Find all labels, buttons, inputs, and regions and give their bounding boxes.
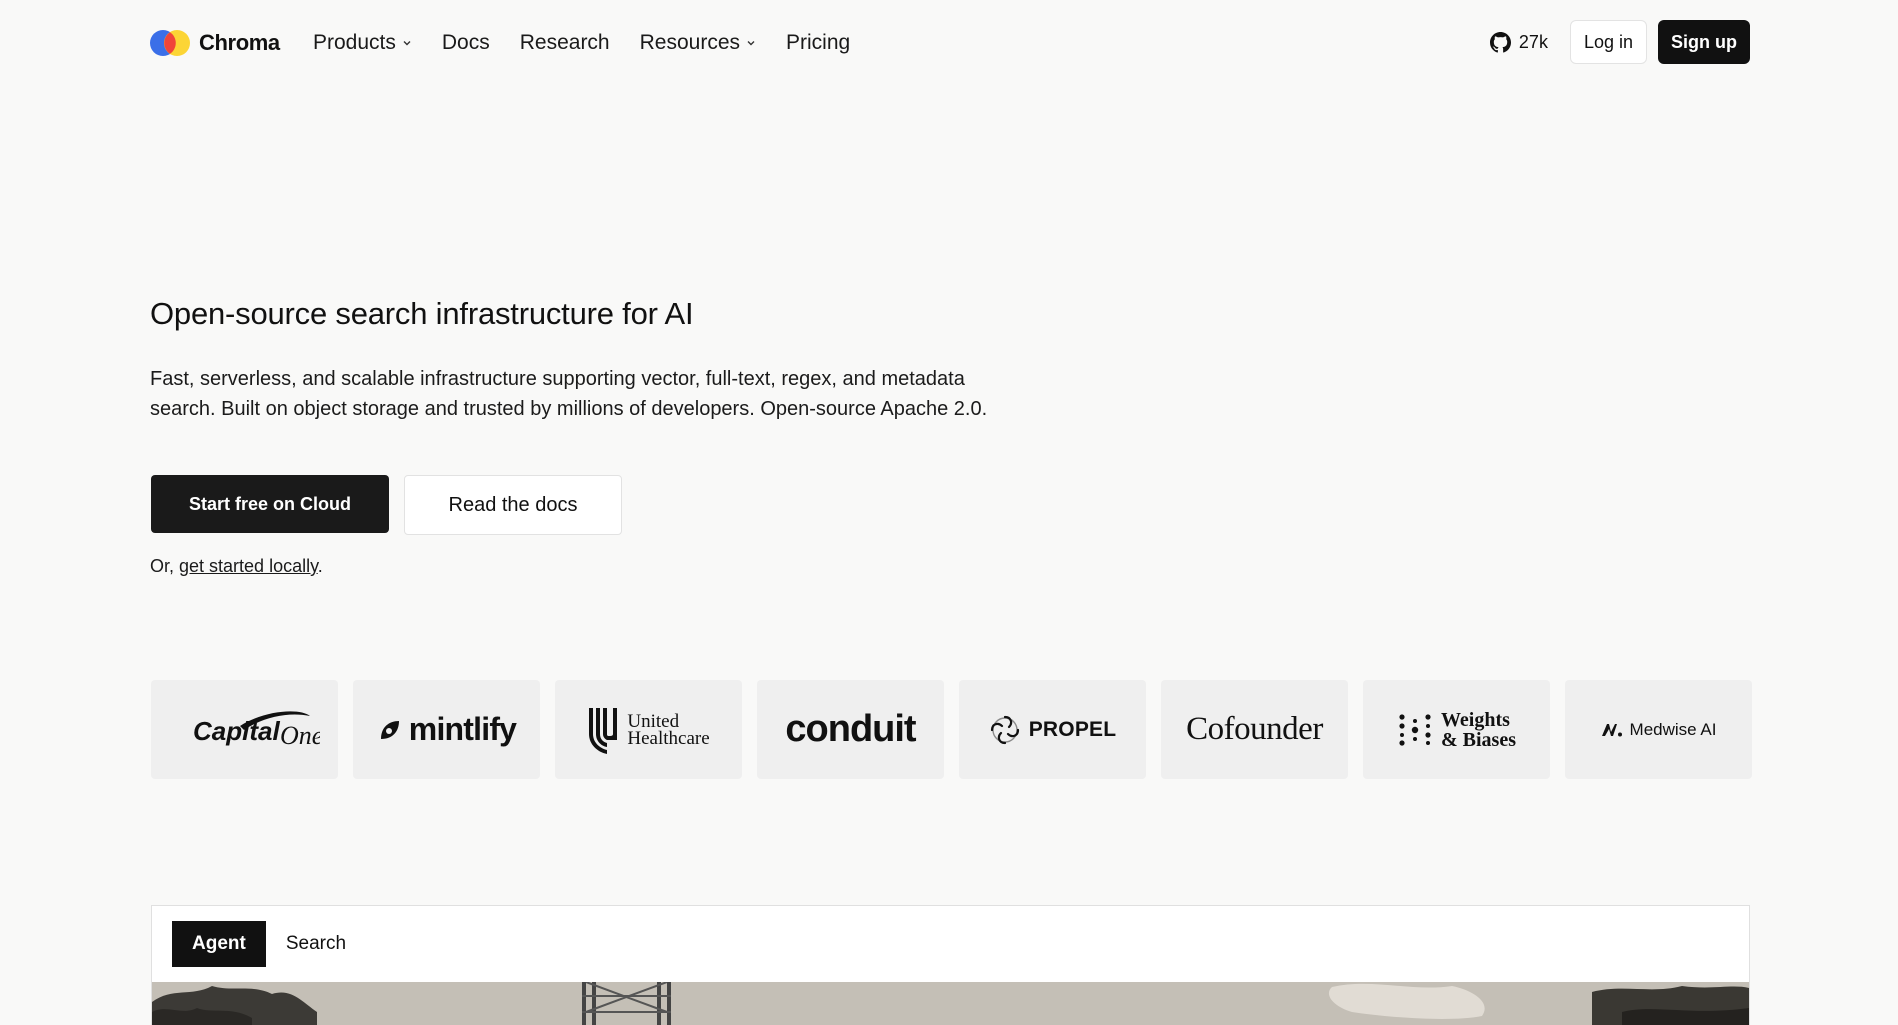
- propel-text: PROPEL: [1028, 717, 1117, 741]
- chevron-down-icon: [403, 41, 411, 46]
- chroma-logo-icon: [150, 29, 191, 57]
- read-docs-button[interactable]: Read the docs: [404, 475, 622, 535]
- one-text: One: [280, 721, 320, 750]
- uhc-line1: United: [627, 710, 680, 732]
- wandb-logo: Weights & Biases: [1397, 710, 1516, 750]
- wandb-dots-icon: [1399, 713, 1431, 746]
- nav-products[interactable]: Products: [313, 31, 412, 55]
- tab-search[interactable]: Search: [266, 921, 366, 967]
- wandb-line2: & Biases: [1441, 728, 1516, 751]
- customer-logo-united-healthcare: United Healthcare: [555, 680, 742, 779]
- cta-row: Start free on Cloud Read the docs: [151, 475, 622, 535]
- local-start-line: Or, get started locally.: [150, 556, 323, 577]
- nav-docs-label: Docs: [441, 31, 490, 54]
- propel-logo: PROPEL: [989, 714, 1117, 746]
- nav-products-label: Products: [313, 31, 396, 54]
- wandb-line1: Weights: [1441, 708, 1510, 731]
- github-icon: [1489, 31, 1511, 52]
- login-button[interactable]: Log in: [1569, 20, 1647, 64]
- hero-subtitle-line2: search. Built on object storage and trus…: [150, 398, 988, 420]
- hero-title: Open-source search infrastructure for AI: [150, 296, 694, 331]
- nav-research-label: Research: [519, 31, 610, 54]
- mintlify-leaf-icon: [380, 720, 399, 739]
- github-stars: 27k: [1518, 31, 1548, 52]
- hero-subtitle: Fast, serverless, and scalable infrastru…: [150, 364, 1080, 424]
- customer-logo-weights-biases: Weights & Biases: [1363, 680, 1550, 779]
- capital-one-logo: Capital One: [193, 710, 320, 750]
- conduit-text: conduit: [785, 708, 916, 750]
- local-suffix: .: [317, 556, 323, 576]
- github-link[interactable]: 27k: [1489, 31, 1548, 53]
- wandb-wordmark: Weights & Biases: [1441, 710, 1516, 750]
- customer-logos: Capital One mintlify United Healthcare c…: [151, 680, 1752, 779]
- uhc-wordmark: United Healthcare: [627, 710, 710, 749]
- mintlify-text: mintlify: [408, 711, 517, 747]
- mintlify-logo: mintlify: [377, 711, 517, 748]
- customer-logo-propel: PROPEL: [959, 680, 1146, 779]
- customer-logo-conduit: conduit: [757, 680, 944, 779]
- nav-pricing[interactable]: Pricing: [786, 31, 850, 55]
- brand-logo[interactable]: Chroma: [150, 28, 280, 58]
- main-menu: Products Docs Research Resources Pricing: [313, 28, 880, 58]
- tab-agent[interactable]: Agent: [172, 921, 266, 967]
- propel-knot-icon: [990, 715, 1019, 744]
- demo-illustration: [152, 982, 1749, 1025]
- customer-logo-medwise: Medwise AI: [1565, 680, 1752, 779]
- uhc-shield-icon: [589, 707, 618, 754]
- nav-resources[interactable]: Resources: [640, 31, 756, 55]
- demo-tabs: Agent Search: [172, 921, 366, 967]
- cofounder-text: Cofounder: [1186, 711, 1323, 747]
- demo-panel: Agent Search: [151, 905, 1750, 1025]
- chevron-down-icon: [747, 41, 755, 46]
- uhc-line2: Healthcare: [627, 727, 710, 749]
- nav-research[interactable]: Research: [520, 31, 610, 55]
- nav-resources-label: Resources: [639, 31, 741, 54]
- united-healthcare-logo: United Healthcare: [587, 704, 710, 756]
- start-cloud-button[interactable]: Start free on Cloud: [151, 475, 389, 533]
- engraving-landscape-image: [152, 982, 1749, 1025]
- top-nav: Chroma Products Docs Research Resources …: [0, 0, 1898, 86]
- nav-pricing-label: Pricing: [786, 31, 851, 54]
- signup-button[interactable]: Sign up: [1658, 20, 1750, 64]
- customer-logo-cofounder: Cofounder: [1161, 680, 1348, 779]
- brand-name: Chroma: [199, 30, 280, 55]
- hero-subtitle-line1: Fast, serverless, and scalable infrastru…: [150, 368, 965, 390]
- capital-text: Capital: [193, 716, 280, 746]
- local-prefix: Or,: [150, 556, 180, 576]
- customer-logo-capital-one: Capital One: [151, 680, 338, 779]
- nav-docs[interactable]: Docs: [442, 31, 490, 55]
- page: Chroma Products Docs Research Resources …: [0, 0, 1898, 1025]
- get-started-locally-link[interactable]: get started locally: [179, 556, 318, 576]
- customer-logo-mintlify: mintlify: [353, 680, 540, 779]
- nav-actions: 27k Log in Sign up: [1489, 20, 1750, 64]
- medwise-logo: Medwise AI: [1601, 719, 1717, 740]
- medwise-mark-icon: [1601, 723, 1622, 736]
- medwise-text: Medwise AI: [1629, 719, 1717, 739]
